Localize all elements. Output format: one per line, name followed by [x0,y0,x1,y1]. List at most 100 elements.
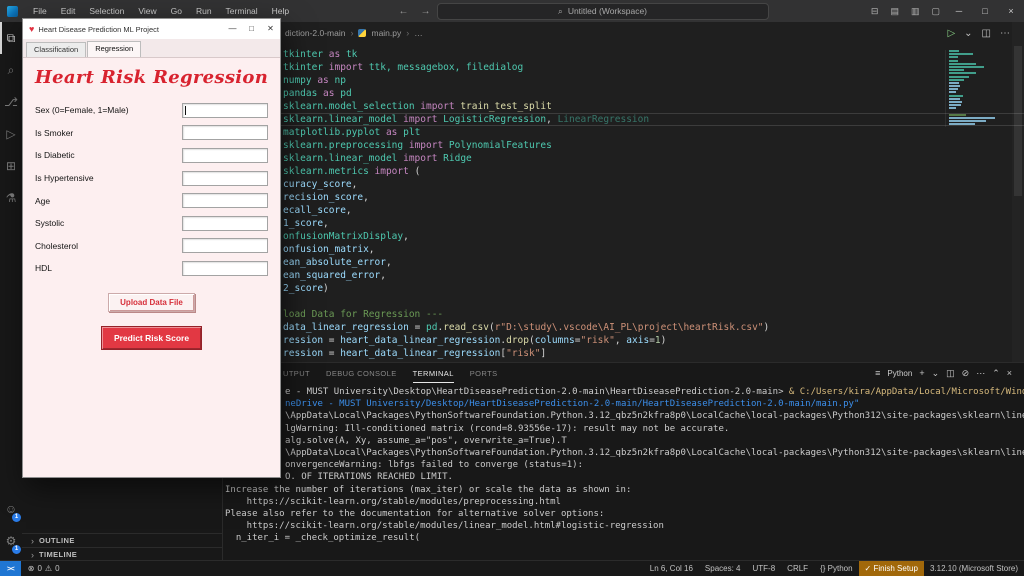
entry-field-6[interactable] [182,238,268,253]
minimap-bar [949,120,986,122]
run-dropdown-icon[interactable]: ⌄ [964,28,972,39]
minimap-line [949,69,1011,71]
entry-field-5[interactable] [182,216,268,231]
panel-tab-terminal[interactable]: TERMINAL [413,364,454,383]
predict-risk-score-button[interactable]: Predict Risk Score [101,326,202,350]
tk-close-button[interactable]: ✕ [261,19,280,39]
breadcrumb-folder[interactable]: diction-2.0-main [285,28,345,38]
code-line: ression = heart_data_linear_regression.d… [223,334,1024,347]
account-icon[interactable]: ☺1 [0,493,22,525]
minimap-line [949,82,1011,84]
tab-classification[interactable]: Classification [26,42,86,57]
settings-gear-icon[interactable]: ⚙1 [0,525,22,557]
cursor-position[interactable]: Ln 6, Col 16 [644,561,699,576]
command-center-search[interactable]: ⌕ Untitled (Workspace) [437,3,769,20]
terminal-line: alg.solve(A, Xy, assume_a="pos", overwri… [225,435,1024,447]
screen: FileEditSelectionViewGoRunTerminalHelp ←… [0,0,1024,576]
maximize-panel-icon[interactable]: ⌃ [992,368,1000,379]
customize-layout-icon[interactable]: ▢ [925,0,946,22]
breadcrumb-separator: › [406,28,409,38]
entry-field-4[interactable] [182,193,268,208]
field-label: Is Smoker [35,128,73,138]
tk-minimize-button[interactable]: — [223,19,242,39]
toggle-secondary-sidebar-icon[interactable]: ▥ [905,0,926,22]
editor-scrollbar-thumb[interactable] [1014,46,1022,196]
code-line: tkinter as tk [223,48,1024,61]
code-token: = [329,335,340,346]
code-token: import [403,153,437,164]
code-editor[interactable]: tkinter as tktkinter import ttk, message… [223,44,1024,362]
panel-tab-utput[interactable]: UTPUT [283,364,310,383]
code-token: pandas [283,88,323,99]
minimap-line [949,63,1011,65]
indentation[interactable]: Spaces: 4 [699,561,747,576]
code-line: 2_score) [223,282,1024,295]
timeline-section-header[interactable]: › TIMELINE [22,547,222,561]
window-maximize-button[interactable]: □ [972,0,998,22]
entry-field-1[interactable] [182,125,268,140]
upload-data-file-button[interactable]: Upload Data File [108,293,195,312]
vscode-logo-icon [7,6,18,17]
python-interpreter[interactable]: 3.12.10 (Microsoft Store) [924,561,1024,576]
toggle-panel-icon[interactable]: ⊟ [865,0,885,22]
run-python-file-button[interactable]: ▷ [947,28,955,39]
tk-maximize-button[interactable]: □ [242,19,261,39]
code-token: sklearn.preprocessing [283,140,409,151]
workspace-title: Untitled (Workspace) [568,6,647,16]
nav-back-icon[interactable]: ← [393,6,415,17]
minimap-bar [949,66,984,68]
split-editor-icon[interactable]: ◫ [982,28,991,39]
toggle-sidebar-icon[interactable]: ▤ [884,0,905,22]
explorer-icon[interactable]: ⧉ [0,22,22,54]
entry-field-2[interactable] [182,148,268,163]
split-terminal-icon[interactable]: ◫ [946,368,955,379]
terminal-dropdown-icon[interactable]: ⌄ [932,368,940,379]
breadcrumb-separator: › [350,28,353,38]
outline-section-header[interactable]: › OUTLINE [22,533,222,547]
close-panel-icon[interactable]: × [1007,368,1012,379]
panel-more-icon[interactable]: ⋯ [976,368,985,379]
language-mode[interactable]: {} Python [814,561,858,576]
nav-forward-icon[interactable]: → [415,6,437,17]
code-token: , [352,179,358,190]
editor-scrollbar[interactable] [1012,22,1024,362]
code-token: "risk" [581,335,615,346]
panel-tab-ports[interactable]: PORTS [470,364,498,383]
finish-setup-label: Finish Setup [873,564,917,573]
minimap-bar [949,85,960,87]
editor-more-actions-icon[interactable]: ⋯ [1000,28,1010,39]
terminal-line: \AppData\Local\Packages\PythonSoftwareFo… [225,410,1024,422]
search-icon[interactable]: ⌕ [0,54,22,86]
minimap[interactable] [945,50,1011,127]
eol[interactable]: CRLF [781,561,814,576]
new-terminal-icon[interactable]: + [919,368,924,379]
extensions-icon[interactable]: ⊞ [0,150,22,182]
terminal-output[interactable]: e - MUST University\Desktop\HeartDisease… [223,383,1024,544]
testing-icon[interactable]: ⚗ [0,182,22,214]
minimap-line [949,50,1011,52]
entry-field-0[interactable] [182,103,268,118]
code-line: matplotlib.pyplot as plt [223,126,1024,139]
entry-field-3[interactable] [182,171,268,186]
source-control-icon[interactable]: ⎇ [0,86,22,118]
window-minimize-button[interactable]: ─ [946,0,972,22]
breadcrumb-symbol[interactable]: … [414,28,423,38]
timeline-label: TIMELINE [39,550,77,559]
tab-regression[interactable]: Regression [87,41,141,57]
encoding[interactable]: UTF-8 [747,561,782,576]
code-token: ] [540,348,546,359]
breadcrumb-file[interactable]: main.py [371,28,401,38]
window-close-button[interactable]: × [998,0,1024,22]
run-debug-icon[interactable]: ▷ [0,118,22,150]
panel-tab-debug-console[interactable]: DEBUG CONSOLE [326,364,397,383]
problems-status[interactable]: ⊗ 0 ⚠ 0 [21,564,67,573]
kill-terminal-icon[interactable]: ⊘ [962,368,970,379]
code-line: ean_squared_error, [223,269,1024,282]
remote-indicator[interactable]: >< [0,561,21,576]
terminal-profile-label[interactable]: Python [887,369,912,378]
code-token: plt [397,127,420,138]
finish-setup[interactable]: ✓ Finish Setup [859,561,924,576]
tk-titlebar[interactable]: ♥ Heart Disease Prediction ML Project — … [23,19,280,39]
code-line: sklearn.linear_model import Ridge [223,152,1024,165]
entry-field-7[interactable] [182,261,268,276]
